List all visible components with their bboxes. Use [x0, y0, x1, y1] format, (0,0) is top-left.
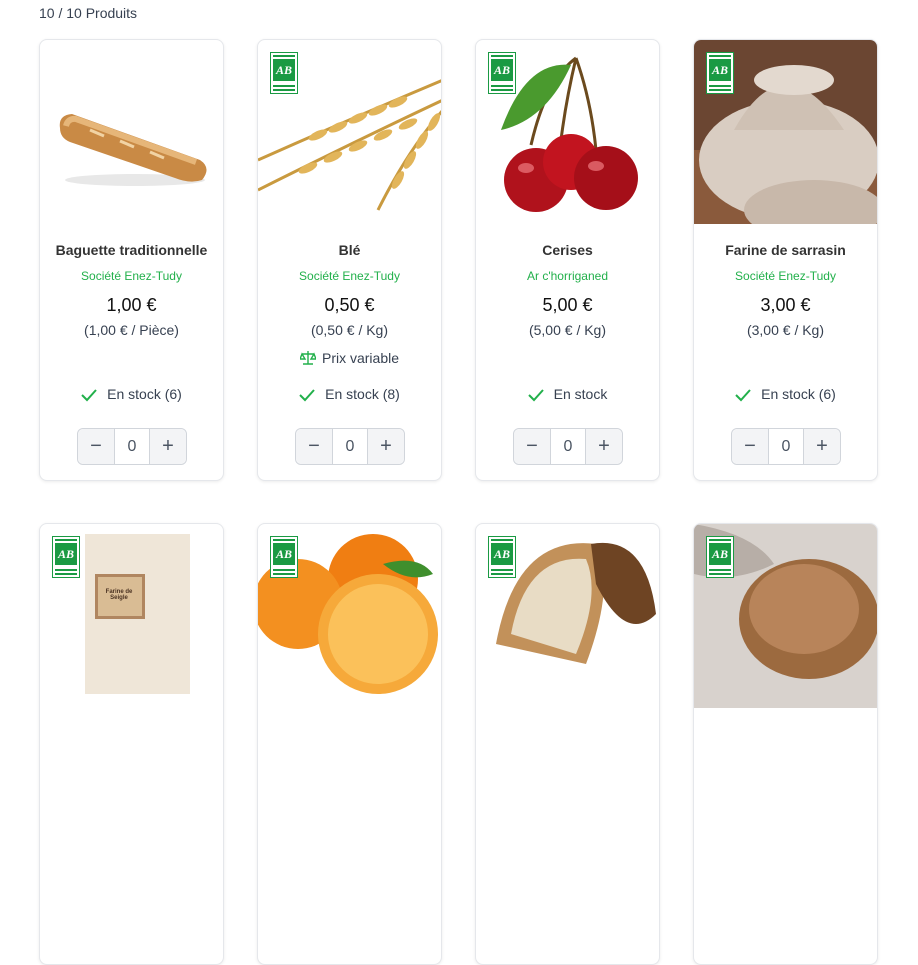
product-name[interactable]: Baguette traditionnelle [40, 242, 223, 258]
flour-bag-label: Farine de Seigle [105, 589, 133, 601]
ab-badge-text: AB [273, 543, 295, 565]
scale-icon [298, 351, 318, 365]
stock-label: En stock (8) [325, 386, 400, 402]
organic-ab-badge: AB [488, 52, 516, 94]
vendor-link[interactable]: Ar c'horriganed [476, 269, 659, 283]
product-card[interactable]: Farine de Seigle AB [39, 523, 224, 965]
ab-badge-text: AB [491, 543, 513, 565]
ab-badge-text: AB [709, 543, 731, 565]
variable-price: Prix variable [258, 350, 441, 366]
ab-badge-text: AB [55, 543, 77, 565]
product-name[interactable]: Blé [258, 242, 441, 258]
stock-label: En stock (6) [107, 386, 182, 402]
organic-ab-badge: AB [488, 536, 516, 578]
product-count: 10 / 10 Produits [39, 5, 138, 21]
unit-price: (5,00 € / Kg) [528, 322, 607, 338]
check-icon [81, 389, 97, 402]
quantity-stepper[interactable]: − 0 + [731, 428, 841, 465]
decrement-button[interactable]: − [514, 429, 551, 464]
product-price: 3,00 € [760, 295, 811, 315]
ab-badge-text: AB [491, 59, 513, 81]
product-name[interactable]: Farine de sarrasin [694, 242, 877, 258]
organic-ab-badge: AB [706, 536, 734, 578]
quantity-value[interactable]: 0 [551, 429, 585, 464]
quantity-stepper[interactable]: − 0 + [295, 428, 405, 465]
increment-button[interactable]: + [367, 429, 404, 464]
vendor-link[interactable]: Société Enez-Tudy [258, 269, 441, 283]
quantity-value[interactable]: 0 [115, 429, 149, 464]
organic-ab-badge: AB [706, 52, 734, 94]
product-price: 5,00 € [542, 295, 593, 315]
check-icon [299, 389, 315, 402]
stock-status: En stock (6) [694, 386, 877, 402]
increment-button[interactable]: + [803, 429, 840, 464]
quantity-stepper[interactable]: − 0 + [513, 428, 623, 465]
unit-price: (3,00 € / Kg) [746, 322, 825, 338]
check-icon [735, 389, 751, 402]
decrement-button[interactable]: − [732, 429, 769, 464]
stock-status: En stock (6) [40, 386, 223, 402]
unit-price: (1,00 € / Pièce) [84, 322, 179, 338]
product-card[interactable]: AB Cerises Ar c'horriganed 5,00 € (5,00 … [475, 39, 660, 481]
stock-status: En stock (8) [258, 386, 441, 402]
organic-ab-badge: AB [52, 536, 80, 578]
vendor-link[interactable]: Société Enez-Tudy [694, 269, 877, 283]
decrement-button[interactable]: − [296, 429, 333, 464]
increment-button[interactable]: + [585, 429, 622, 464]
product-card[interactable]: AB Farine de sarrasin Société Enez-Tudy … [693, 39, 878, 481]
product-image[interactable] [40, 40, 223, 224]
unit-price: (0,50 € / Kg) [310, 322, 389, 338]
variable-label: Prix variable [321, 350, 400, 366]
vendor-link[interactable]: Société Enez-Tudy [40, 269, 223, 283]
product-name[interactable]: Cerises [476, 242, 659, 258]
organic-ab-badge: AB [270, 536, 298, 578]
ab-badge-text: AB [273, 59, 295, 81]
product-card[interactable]: AB [693, 523, 878, 965]
quantity-value[interactable]: 0 [333, 429, 367, 464]
product-price: 0,50 € [324, 295, 375, 315]
quantity-stepper[interactable]: − 0 + [77, 428, 187, 465]
quantity-value[interactable]: 0 [769, 429, 803, 464]
organic-ab-badge: AB [270, 52, 298, 94]
product-card[interactable]: Baguette traditionnelle Société Enez-Tud… [39, 39, 224, 481]
stock-label: En stock (6) [761, 386, 836, 402]
decrement-button[interactable]: − [78, 429, 115, 464]
product-card[interactable]: AB [475, 523, 660, 965]
increment-button[interactable]: + [149, 429, 186, 464]
ab-badge-text: AB [709, 59, 731, 81]
product-card[interactable]: AB [257, 523, 442, 965]
stock-label: En stock [553, 386, 608, 402]
product-price: 1,00 € [106, 295, 157, 315]
check-icon [527, 389, 544, 402]
stock-status: En stock [476, 386, 659, 402]
product-card[interactable]: AB Blé Société Enez-Tudy 0,50 € (0,50 € … [257, 39, 442, 481]
